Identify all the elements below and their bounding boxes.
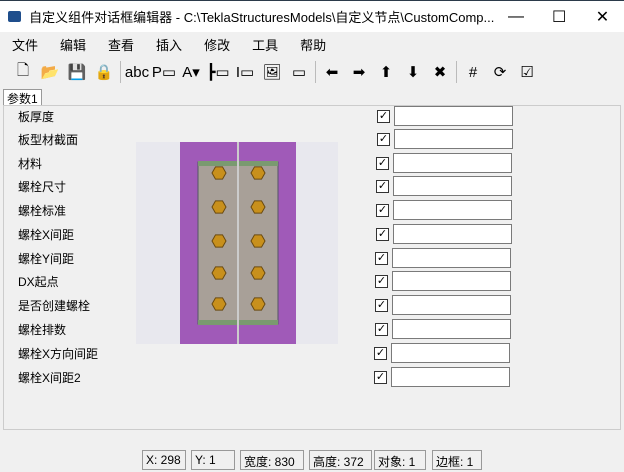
parameter-checkbox[interactable]: ✓ (376, 204, 389, 217)
parameter-checkbox[interactable]: ✓ (376, 228, 389, 241)
refresh-icon[interactable]: ⟳ (489, 61, 511, 83)
parameter-checkbox[interactable]: ✓ (375, 299, 388, 312)
close-button[interactable]: ✕ (581, 7, 624, 27)
parameter-input[interactable] (392, 295, 511, 315)
parameter-label: 螺栓排数 (18, 323, 67, 337)
parameter-input[interactable] (394, 106, 513, 126)
tab-page-icon[interactable]: ▭ (288, 61, 310, 83)
toolbar-separator (456, 61, 457, 83)
title-bar: 自定义组件对话框编辑器 - C:\TeklaStructuresModels\自… (0, 1, 624, 32)
status-field: 宽度: 830 (240, 450, 304, 470)
parameter-input[interactable] (392, 248, 511, 268)
parameter-label: 螺栓标准 (18, 204, 67, 218)
bolt (211, 266, 227, 280)
parameter-checkbox[interactable]: ✓ (376, 180, 389, 193)
parameter-checkbox[interactable]: ✓ (375, 323, 388, 336)
parameter-label: 板厚度 (18, 110, 55, 124)
bolt (211, 166, 227, 180)
menu-item[interactable]: 工具 (252, 35, 278, 54)
parameter-input[interactable] (393, 200, 512, 220)
bolt (211, 200, 227, 214)
dimension-field-icon[interactable]: I▭ (234, 61, 256, 83)
status-field: 边框: 1 (432, 450, 482, 470)
parameter-label: DX起点 (18, 275, 59, 289)
menu-item[interactable]: 文件 (12, 35, 38, 54)
parameter-input[interactable] (394, 129, 513, 149)
menu-item[interactable]: 帮助 (300, 35, 326, 54)
tab-params1[interactable]: 参数1 (3, 89, 42, 106)
lock-icon[interactable]: 🔒 (93, 61, 115, 83)
bolt (250, 234, 266, 248)
toolbar-separator (120, 61, 121, 83)
text-label-icon[interactable]: abc (125, 61, 149, 83)
image-icon[interactable]: 🖼 (261, 61, 283, 83)
parameter-input[interactable] (391, 367, 510, 387)
open-icon[interactable]: 📂 (39, 61, 61, 83)
parameter-checkbox[interactable]: ✓ (375, 275, 388, 288)
parameter-checkbox[interactable]: ✓ (377, 133, 390, 146)
parameter-input[interactable] (391, 343, 510, 363)
status-field: 高度: 372 (309, 450, 372, 470)
minimize-button[interactable]: — (494, 8, 537, 26)
arrow-right-icon[interactable]: ➡ (348, 61, 370, 83)
maximize-button[interactable]: ☐ (538, 7, 581, 27)
parameter-input[interactable] (392, 271, 511, 291)
length-field-icon[interactable]: ┣▭ (206, 61, 229, 83)
app-icon (8, 11, 22, 22)
bolt (250, 166, 266, 180)
parameter-label: 材料 (18, 157, 43, 171)
delete-icon[interactable]: ✖ (429, 61, 451, 83)
menu-item[interactable]: 修改 (204, 35, 230, 54)
move-up-icon[interactable]: ⬆ (375, 61, 397, 83)
parameter-checkbox[interactable]: ✓ (374, 371, 387, 384)
menu-item[interactable]: 查看 (108, 35, 134, 54)
parameter-label: 螺栓X间距 (18, 228, 75, 242)
save-icon[interactable]: 💾 (66, 61, 88, 83)
toolbar-separator (315, 61, 316, 83)
new-icon[interactable]: 🗋 (12, 61, 34, 83)
parameter-label: 螺栓X间距2 (18, 371, 81, 385)
parameter-label: 螺栓X方向间距 (18, 347, 99, 361)
parameter-label: 螺栓Y间距 (18, 252, 75, 266)
status-field: 对象: 1 (374, 450, 426, 470)
move-down-icon[interactable]: ⬇ (402, 61, 424, 83)
menu-item[interactable]: 插入 (156, 35, 182, 54)
parameter-input[interactable] (393, 176, 512, 196)
status-field: Y: 1 (191, 450, 235, 470)
parameter-checkbox[interactable]: ✓ (375, 252, 388, 265)
parameter-input[interactable] (393, 224, 512, 244)
checkbox-toggle-icon[interactable]: ☑ (516, 61, 538, 83)
parameter-label: 板型材截面 (18, 133, 79, 147)
arrow-left-icon[interactable]: ⬅ (321, 61, 343, 83)
connection-preview-image (136, 142, 338, 344)
status-field: X: 298 (142, 450, 186, 470)
bolt (211, 297, 227, 311)
parameter-field-icon[interactable]: P▭ (152, 61, 176, 83)
parameter-label: 是否创建螺栓 (18, 299, 91, 313)
parameter-checkbox[interactable]: ✓ (376, 157, 389, 170)
bolt (250, 266, 266, 280)
parameter-label: 螺栓尺寸 (18, 180, 67, 194)
window-title: 自定义组件对话框编辑器 - C:\TeklaStructuresModels\自… (29, 10, 495, 25)
bolt (211, 234, 227, 248)
dropdown-icon[interactable]: A▾ (180, 61, 202, 83)
bolt (250, 297, 266, 311)
parameter-input[interactable] (393, 153, 512, 173)
parameter-input[interactable] (392, 319, 511, 339)
menu-bar: 文件 编辑 查看 插入 修改 工具 帮助 (0, 32, 624, 56)
grid-icon[interactable]: # (462, 61, 484, 83)
bolt (250, 200, 266, 214)
toolbar: 🗋 📂 💾 🔒 abc P▭ A▾ ┣▭ I▭ 🖼 ▭ ⬅ ➡ ⬆ ⬇ ✖ # ⟳ ☑ (0, 57, 624, 87)
menu-item[interactable]: 编辑 (60, 35, 86, 54)
parameter-checkbox[interactable]: ✓ (374, 347, 387, 360)
parameter-checkbox[interactable]: ✓ (377, 110, 390, 123)
